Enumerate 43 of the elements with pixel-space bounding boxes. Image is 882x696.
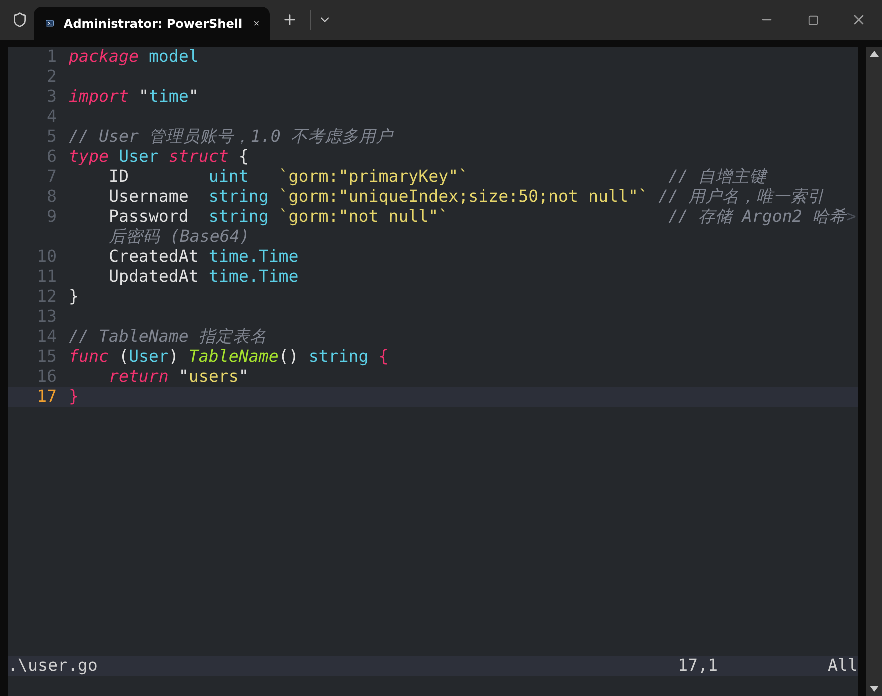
line-number: 13 bbox=[36, 307, 57, 327]
code-line: import "time" bbox=[69, 87, 199, 107]
code-line: func (User) TableName() string { bbox=[69, 347, 389, 367]
terminal-icon bbox=[46, 17, 54, 30]
scroll-position: All bbox=[828, 656, 858, 676]
code-line: type User struct { bbox=[69, 147, 249, 167]
line-number: 17 bbox=[36, 387, 57, 407]
line-number: 11 bbox=[36, 267, 57, 287]
code-line: Username string `gorm:"uniqueIndex;size:50;not null"` // 用户名，唯一索引 bbox=[108, 187, 824, 207]
line-number: 14 bbox=[36, 327, 57, 347]
code-line: package model bbox=[69, 47, 199, 67]
line-number: 1 bbox=[46, 47, 57, 67]
tab-title: Administrator: PowerShell bbox=[64, 16, 243, 30]
line-number: 6 bbox=[46, 147, 57, 167]
code-line: } bbox=[69, 387, 79, 407]
line-number: 12 bbox=[36, 287, 57, 307]
scroll-down-icon[interactable] bbox=[870, 686, 878, 692]
code-line: UpdatedAt time.Time bbox=[108, 267, 299, 287]
code-line: return "users" bbox=[108, 367, 249, 387]
plus-icon[interactable] bbox=[282, 12, 298, 28]
line-number: 10 bbox=[36, 247, 57, 267]
code-line: Password string `gorm:"not null"` // 存储 Argon2 哈希> bbox=[108, 207, 856, 227]
code-line: // TableName 指定表名 bbox=[69, 327, 267, 347]
line-number: 4 bbox=[46, 107, 57, 127]
terminal-tab[interactable]: Administrator: PowerShell bbox=[34, 7, 270, 40]
line-number: 9 bbox=[46, 207, 57, 227]
code-line: CreatedAt time.Time bbox=[108, 247, 299, 267]
code-line: 后密码 (Base64) bbox=[108, 227, 250, 247]
line-number: 5 bbox=[46, 127, 57, 147]
line-number: 3 bbox=[46, 87, 57, 107]
code-line: // User 管理员账号，1.0 不考虑多用户 bbox=[69, 127, 393, 147]
scrollbar[interactable] bbox=[866, 47, 882, 696]
file-name: .\user.go bbox=[8, 656, 99, 676]
scroll-up-icon[interactable] bbox=[870, 51, 878, 57]
maximize-icon[interactable] bbox=[808, 14, 818, 26]
cursor-position: 17,1 bbox=[678, 656, 719, 676]
line-number: 15 bbox=[36, 347, 57, 367]
line-number: 2 bbox=[46, 67, 57, 87]
code-line: ID uint `gorm:"primaryKey"` // 自增主键 bbox=[108, 167, 766, 187]
line-number: 8 bbox=[46, 187, 57, 207]
line-number: 7 bbox=[46, 167, 57, 187]
code-line: } bbox=[69, 287, 79, 307]
line-number: 16 bbox=[36, 367, 57, 387]
